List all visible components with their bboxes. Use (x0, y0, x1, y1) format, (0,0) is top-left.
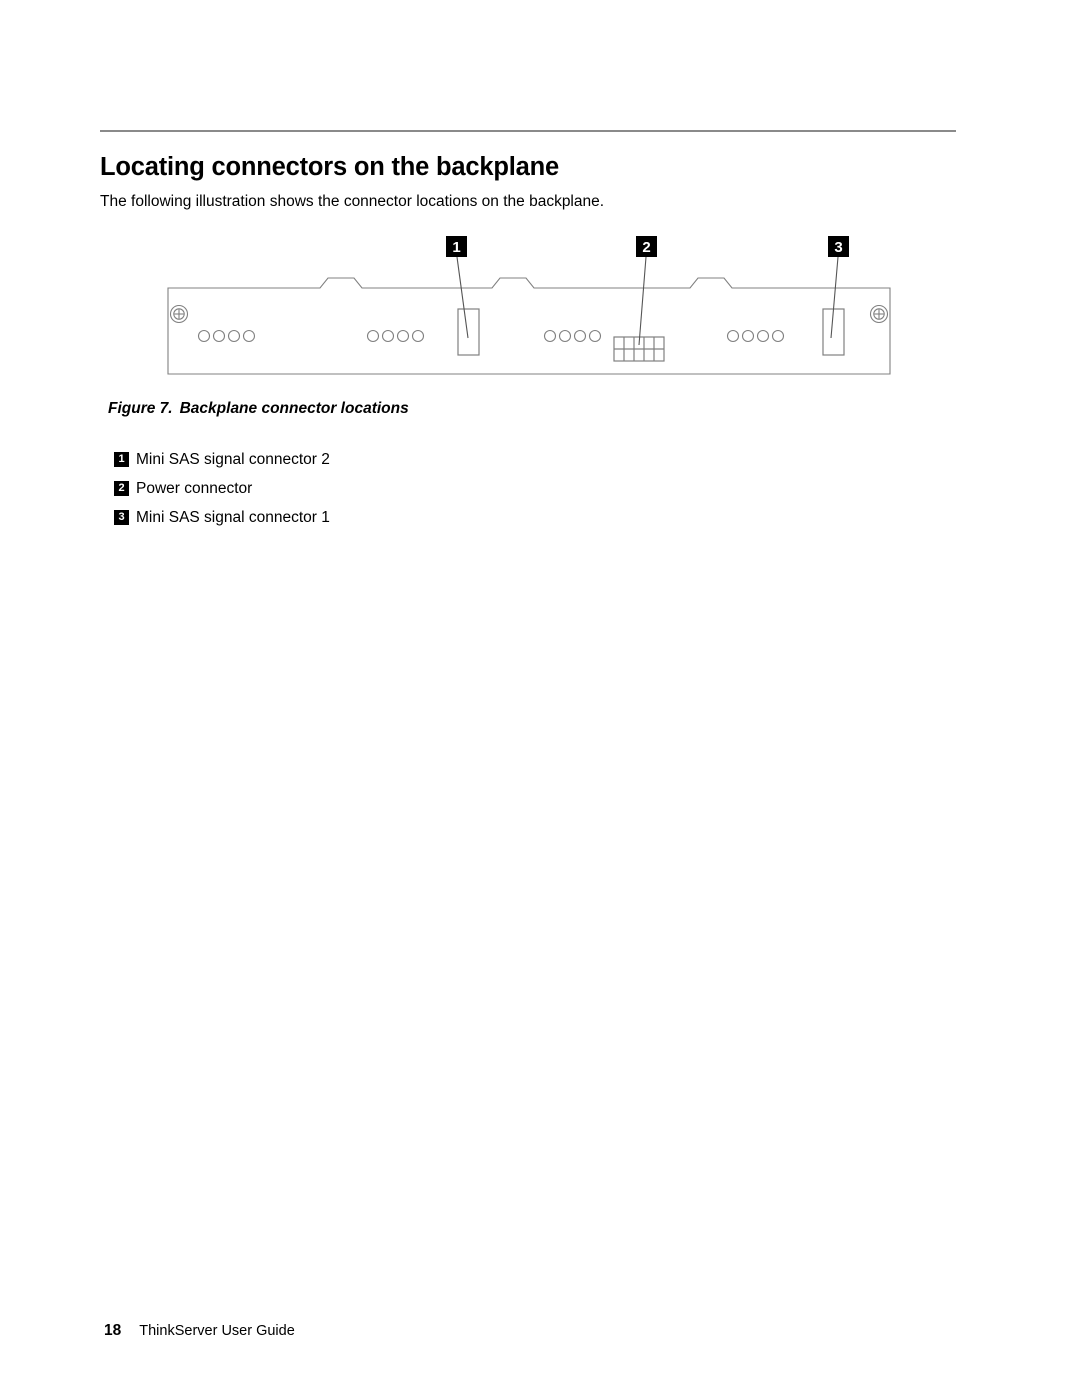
legend-label-3: Mini SAS signal connector 1 (136, 508, 330, 526)
mini-sas-signal-connector-2-shape (457, 308, 480, 356)
callout-marker-2-label: 2 (642, 239, 650, 256)
callout-marker-2: 2 (636, 236, 657, 257)
component-circle-group-1 (197, 329, 256, 343)
component-circle-group-3 (543, 329, 602, 343)
legend-badge-3: 3 (114, 510, 129, 525)
legend-badge-1: 1 (114, 452, 129, 467)
component-circle-group-2 (366, 329, 425, 343)
page-title: Locating connectors on the backplane (100, 153, 559, 182)
figure-caption-number: Figure 7. (108, 400, 173, 417)
backplane-board-outline (167, 277, 891, 375)
callout-marker-3: 3 (828, 236, 849, 257)
callout-marker-3-label: 3 (834, 239, 842, 256)
mini-sas-signal-connector-1-shape (822, 308, 845, 356)
callout-leader-line-1 (456, 256, 469, 339)
legend-badge-2: 2 (114, 481, 129, 496)
footer-document-title: ThinkServer User Guide (139, 1323, 295, 1339)
legend-item: 3 Mini SAS signal connector 1 (114, 503, 614, 532)
callout-marker-1: 1 (446, 236, 467, 257)
screw-hole-left (169, 304, 189, 324)
header-rule (100, 130, 956, 132)
legend-item: 1 Mini SAS signal connector 2 (114, 445, 614, 474)
legend-label-2: Power connector (136, 479, 253, 497)
figure-legend: 1 Mini SAS signal connector 2 2 Power co… (114, 445, 614, 532)
callout-marker-1-label: 1 (452, 239, 460, 256)
backplane-figure: 1 2 3 (100, 228, 956, 383)
component-circle-group-4 (726, 329, 785, 343)
document-page: Locating connectors on the backplane The… (0, 0, 1080, 1397)
legend-label-1: Mini SAS signal connector 2 (136, 450, 330, 468)
callout-leader-line-3 (830, 256, 839, 339)
footer-page-number: 18 (104, 1322, 122, 1339)
callout-leader-line-2 (638, 256, 647, 346)
intro-paragraph: The following illustration shows the con… (100, 192, 605, 210)
page-footer: 18 ThinkServer User Guide (104, 1322, 295, 1340)
screw-hole-right (869, 304, 889, 324)
figure-caption: Figure 7. Backplane connector locations (108, 400, 409, 418)
figure-caption-title: Backplane connector locations (179, 400, 409, 417)
legend-item: 2 Power connector (114, 474, 614, 503)
